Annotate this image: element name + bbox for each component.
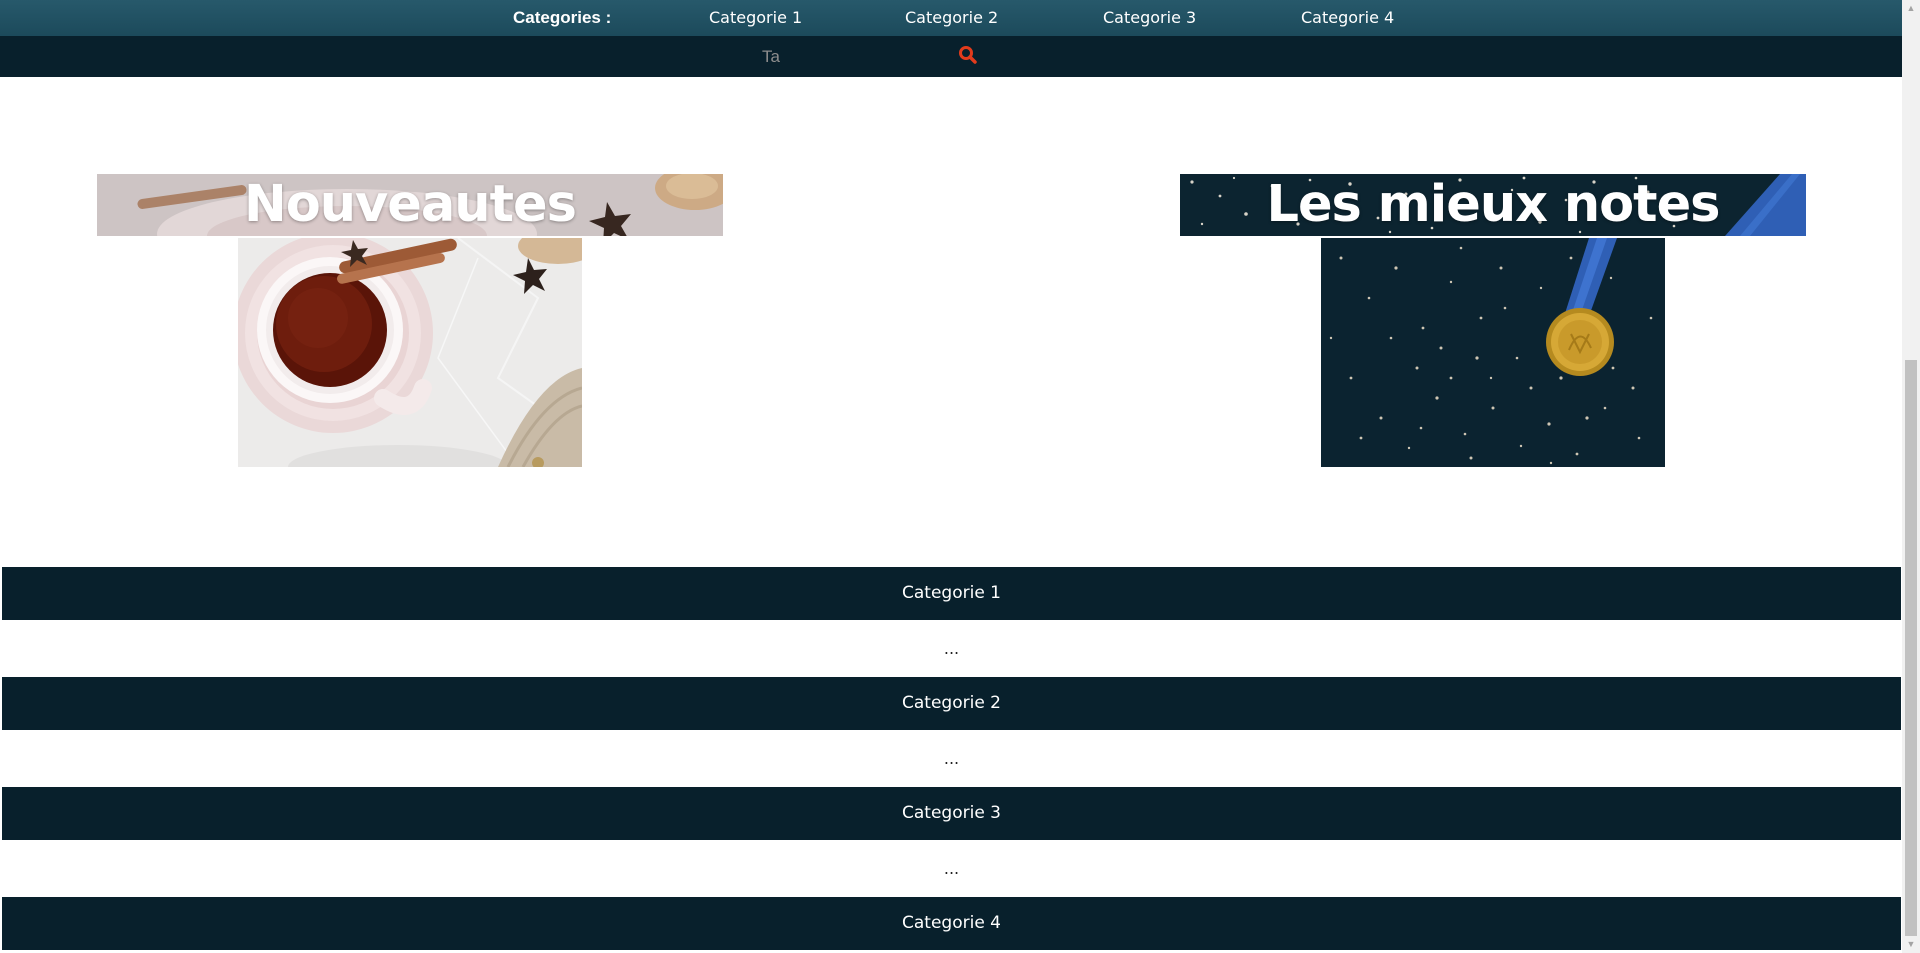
nav-item-categorie-1[interactable]: Categorie 1 — [709, 0, 802, 36]
feature-banner: Nouveautes — [97, 174, 723, 236]
category-content-1: ... — [943, 639, 960, 658]
search-bar — [0, 36, 1902, 77]
category-header-3[interactable]: Categorie 3 — [2, 787, 1901, 840]
scroll-up-arrow-icon[interactable]: ▲ — [1902, 0, 1920, 17]
nav-item-categorie-2[interactable]: Categorie 2 — [905, 0, 998, 36]
category-nav-bar: Categories : Categorie 1 Categorie 2 Cat… — [0, 0, 1902, 36]
category-header-2[interactable]: Categorie 2 — [2, 677, 1901, 730]
page: Categories : Categorie 1 Categorie 2 Cat… — [0, 0, 1902, 953]
nav-item-categorie-4[interactable]: Categorie 4 — [1301, 0, 1394, 36]
vertical-scrollbar[interactable]: ▲ ▼ — [1902, 0, 1920, 953]
scroll-down-arrow-icon[interactable]: ▼ — [1902, 936, 1920, 953]
categories-label: Categories : — [513, 8, 612, 27]
category-header-4[interactable]: Categorie 4 — [2, 897, 1901, 950]
feature-banner: Les mieux notes — [1180, 174, 1806, 236]
feature-title: Nouveautes — [244, 175, 577, 234]
category-content-2: ... — [943, 749, 960, 768]
feature-title: Les mieux notes — [1266, 175, 1720, 234]
tea-cup-image — [238, 238, 582, 467]
scrollbar-thumb[interactable] — [1905, 360, 1917, 936]
category-content-3: ... — [943, 859, 960, 878]
search-input[interactable] — [756, 44, 958, 70]
nav-item-categorie-3[interactable]: Categorie 3 — [1103, 0, 1196, 36]
category-header-1[interactable]: Categorie 1 — [2, 567, 1901, 620]
search-icon[interactable] — [957, 44, 979, 66]
gold-medal-image — [1321, 238, 1665, 467]
